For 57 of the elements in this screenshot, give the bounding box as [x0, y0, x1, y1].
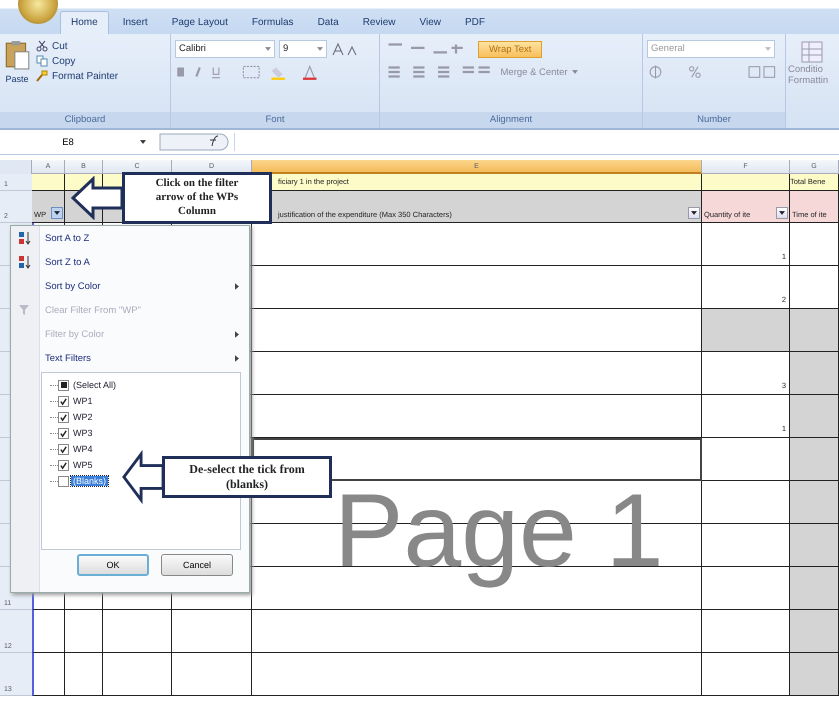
ribbon-tab[interactable]: Page Layout [162, 12, 238, 34]
clipboard-icon [4, 40, 30, 70]
ribbon-tab[interactable]: Insert [112, 12, 158, 34]
ribbon-tab[interactable]: Review [352, 12, 406, 34]
callout-box: Click on the filter arrow of the WPs Column [122, 172, 272, 224]
group-label: Alignment [380, 112, 642, 128]
ribbon-tab[interactable]: Formulas [242, 12, 304, 34]
callout-arrow [70, 176, 124, 220]
filter-value-item[interactable]: WP4 [71, 444, 95, 454]
cut-button[interactable]: Cut [36, 40, 118, 52]
ribbon-tab[interactable]: Data [308, 12, 349, 34]
ribbon-tab[interactable]: View [409, 12, 451, 34]
scissors-icon [36, 40, 48, 52]
filter-value-item[interactable]: (Select All) [71, 380, 118, 390]
checkbox[interactable] [58, 428, 69, 438]
submenu-arrow-icon [235, 282, 239, 290]
callout-arrow [122, 450, 164, 504]
checkbox[interactable] [58, 460, 69, 470]
copy-icon [36, 55, 48, 67]
group-label: Clipboard [0, 112, 170, 128]
filter-value-item[interactable]: (Blanks) [71, 476, 108, 486]
brush-icon [36, 70, 48, 82]
ribbon-tab[interactable]: PDF [454, 12, 495, 34]
filter-dropdown-button[interactable] [688, 207, 700, 219]
checkbox[interactable] [58, 380, 69, 390]
paste-button[interactable]: Paste [4, 40, 30, 106]
group-label: Number [643, 112, 785, 128]
filter-value-item[interactable]: WP2 [71, 412, 95, 422]
format-painter-button[interactable]: Format Painter [36, 70, 118, 82]
filter-dropdown-button[interactable] [776, 207, 788, 219]
copy-button[interactable]: Copy [36, 55, 118, 67]
menu-item[interactable]: Text Filters [11, 346, 249, 370]
funnel-icon [18, 303, 32, 317]
font-name-field[interactable]: Calibri [175, 40, 275, 58]
group-label: Font [171, 112, 379, 128]
submenu-arrow-icon [235, 354, 239, 362]
sort-descending-icon [18, 255, 32, 269]
menu-item[interactable]: Sort Z to A [11, 250, 249, 274]
name-box[interactable]: E8 [0, 136, 136, 148]
cancel-button[interactable]: Cancel [161, 554, 233, 576]
filter-value-item[interactable]: WP5 [71, 460, 95, 470]
table-icon [800, 40, 824, 64]
font-size-field[interactable]: 9 [279, 40, 327, 58]
ribbon-tab[interactable]: Home [60, 11, 109, 34]
checkbox[interactable] [58, 476, 69, 486]
filter-value-item[interactable]: WP1 [71, 396, 95, 406]
checkbox[interactable] [58, 444, 69, 454]
checkbox[interactable] [58, 412, 69, 422]
callout-box: De-select the tick from (blanks) [162, 456, 332, 498]
sort-ascending-icon [18, 231, 32, 245]
ok-button[interactable]: OK [77, 554, 149, 576]
menu-item[interactable]: Sort A to Z [11, 226, 249, 250]
filter-value-item[interactable]: WP3 [71, 428, 95, 438]
submenu-arrow-icon [235, 330, 239, 338]
filter-dropdown-button[interactable] [51, 207, 63, 219]
menu-item[interactable]: Sort by Color [11, 274, 249, 298]
checkbox[interactable] [58, 396, 69, 406]
